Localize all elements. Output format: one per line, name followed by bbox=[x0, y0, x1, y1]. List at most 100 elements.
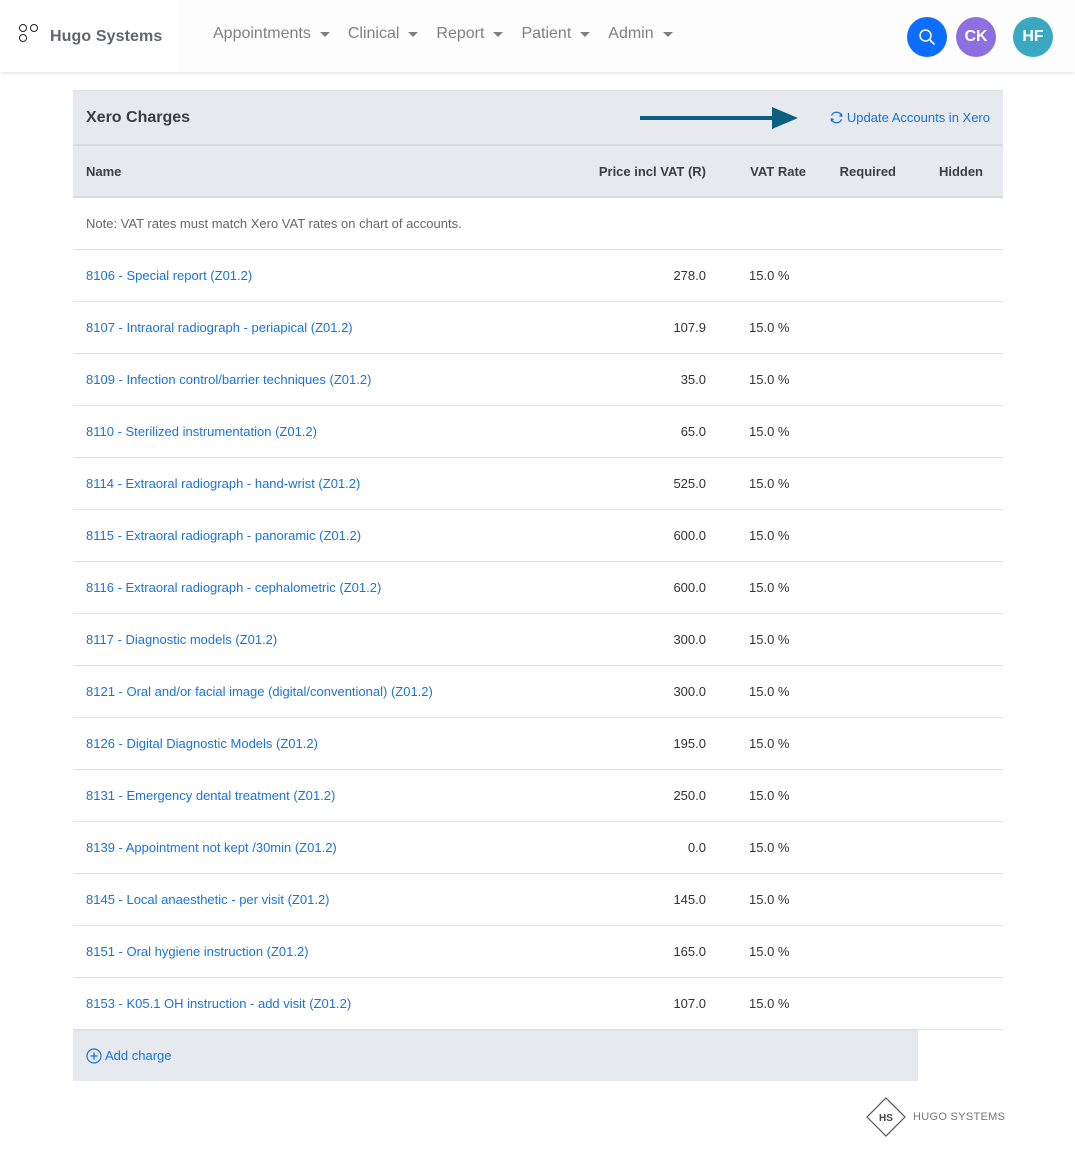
charge-link[interactable]: 8106 - Special report (Z01.2) bbox=[86, 268, 252, 283]
cell-hidden bbox=[896, 977, 1003, 1029]
nav-item-clinical[interactable]: Clinical bbox=[348, 25, 419, 43]
brand[interactable]: Hugo Systems bbox=[19, 24, 162, 46]
charge-link[interactable]: 8145 - Local anaesthetic - per visit (Z0… bbox=[86, 892, 330, 907]
caret-down-icon bbox=[319, 32, 330, 37]
cell-required bbox=[806, 925, 896, 977]
vat-rate-value: 15.0 % bbox=[749, 267, 790, 283]
cell-name: 8116 - Extraoral radiograph - cephalomet… bbox=[73, 561, 546, 613]
cell-required bbox=[806, 509, 896, 561]
hs-diamond-logo-icon: HS bbox=[866, 1097, 906, 1137]
cell-hidden bbox=[896, 717, 1003, 769]
caret-down-icon bbox=[662, 32, 673, 37]
charge-link[interactable]: 8110 - Sterilized instrumentation (Z01.2… bbox=[86, 424, 317, 439]
cell-name: 8117 - Diagnostic models (Z01.2) bbox=[73, 613, 546, 665]
cell-vat-rate: 15.0 % bbox=[706, 561, 806, 613]
column-header-price[interactable]: Price incl VAT (R) bbox=[546, 145, 706, 197]
cell-hidden bbox=[896, 769, 1003, 821]
vat-rate-value: 15.0 % bbox=[749, 319, 790, 335]
navbar: Hugo Systems Appointments Clinical Repor… bbox=[0, 0, 1075, 72]
cell-price: 65.0 bbox=[680, 423, 706, 439]
column-header-vat-rate[interactable]: VAT Rate bbox=[706, 145, 806, 197]
charge-link[interactable]: 8151 - Oral hygiene instruction (Z01.2) bbox=[86, 944, 309, 959]
cell-required bbox=[806, 977, 896, 1029]
search-icon bbox=[919, 29, 935, 45]
column-header-hidden[interactable]: Hidden bbox=[896, 145, 1003, 197]
nav-item-label: Admin bbox=[608, 25, 654, 42]
cell-name: 8153 - K05.1 OH instruction - add visit … bbox=[73, 977, 546, 1029]
cell-price: 107.0 bbox=[673, 995, 706, 1011]
cell-hidden bbox=[896, 353, 1003, 405]
table-row: 8131 - Emergency dental treatment (Z01.2… bbox=[73, 769, 1003, 821]
footer-logo: HS HUGO SYSTEMS bbox=[866, 1097, 1005, 1137]
cell-hidden bbox=[896, 457, 1003, 509]
avatar-initials: HF bbox=[1022, 28, 1044, 45]
table-row: 8116 - Extraoral radiograph - cephalomet… bbox=[73, 561, 1003, 613]
update-accounts-in-xero-link[interactable]: Update Accounts in Xero bbox=[829, 110, 990, 125]
card-title: Xero Charges bbox=[86, 108, 191, 126]
search-button[interactable] bbox=[907, 17, 947, 57]
cell-vat-rate: 15.0 % bbox=[706, 665, 806, 717]
table-row: 8114 - Extraoral radiograph - hand-wrist… bbox=[73, 457, 1003, 509]
cell-price: 107.9 bbox=[673, 319, 706, 335]
table-row: 8110 - Sterilized instrumentation (Z01.2… bbox=[73, 405, 1003, 457]
brand-logo-icon bbox=[19, 24, 41, 46]
cell-price: 195.0 bbox=[673, 735, 706, 751]
table-row: 8107 - Intraoral radiograph - periapical… bbox=[73, 301, 1003, 353]
column-header-name[interactable]: Name bbox=[73, 145, 546, 197]
cell-hidden bbox=[896, 405, 1003, 457]
vat-rate-value: 15.0 % bbox=[749, 683, 790, 699]
charge-link[interactable]: 8153 - K05.1 OH instruction - add visit … bbox=[86, 996, 351, 1011]
plus-circle-icon bbox=[86, 1047, 102, 1064]
cell-name: 8145 - Local anaesthetic - per visit (Z0… bbox=[73, 873, 546, 925]
charge-link[interactable]: 8121 - Oral and/or facial image (digital… bbox=[86, 684, 433, 699]
cell-price: 300.0 bbox=[673, 631, 706, 647]
card-header: Xero Charges Update Accounts in Xero bbox=[73, 90, 1003, 144]
cell-required bbox=[806, 769, 896, 821]
cell-hidden bbox=[896, 925, 1003, 977]
cell-required bbox=[806, 301, 896, 353]
charge-link[interactable]: 8114 - Extraoral radiograph - hand-wrist… bbox=[86, 476, 360, 491]
cell-required bbox=[806, 353, 896, 405]
xero-charges-card: Xero Charges Update Accounts in Xero Nam… bbox=[73, 90, 1003, 1081]
cell-vat-rate: 15.0 % bbox=[706, 717, 806, 769]
charge-link[interactable]: 8126 - Digital Diagnostic Models (Z01.2) bbox=[86, 736, 318, 751]
avatar-ck[interactable]: CK bbox=[956, 17, 996, 57]
note-row: Note: VAT rates must match Xero VAT rate… bbox=[73, 197, 1003, 249]
cell-hidden bbox=[896, 821, 1003, 873]
cell-required bbox=[806, 561, 896, 613]
nav-item-report[interactable]: Report bbox=[436, 25, 504, 43]
vat-rate-value: 15.0 % bbox=[749, 891, 790, 907]
nav-item-admin[interactable]: Admin bbox=[608, 25, 673, 43]
charge-link[interactable]: 8107 - Intraoral radiograph - periapical… bbox=[86, 320, 353, 335]
nav-item-patient[interactable]: Patient bbox=[521, 25, 591, 43]
cell-required bbox=[806, 249, 896, 301]
nav-item-label: Clinical bbox=[347, 25, 400, 42]
cell-hidden bbox=[896, 249, 1003, 301]
charge-link[interactable]: 8115 - Extraoral radiograph - panoramic … bbox=[86, 528, 361, 543]
charge-link[interactable]: 8116 - Extraoral radiograph - cephalomet… bbox=[86, 580, 381, 595]
add-charge-button[interactable]: Add charge bbox=[86, 1047, 172, 1064]
charge-link[interactable]: 8131 - Emergency dental treatment (Z01.2… bbox=[86, 788, 335, 803]
cell-vat-rate: 15.0 % bbox=[706, 249, 806, 301]
cell-name: 8126 - Digital Diagnostic Models (Z01.2) bbox=[73, 717, 546, 769]
cell-name: 8114 - Extraoral radiograph - hand-wrist… bbox=[73, 457, 546, 509]
caret-down-icon bbox=[493, 32, 504, 37]
avatar-hf[interactable]: HF bbox=[1013, 17, 1053, 57]
charge-link[interactable]: 8109 - Infection control/barrier techniq… bbox=[86, 372, 371, 387]
nav-item-appointments[interactable]: Appointments bbox=[213, 25, 330, 43]
charge-link[interactable]: 8117 - Diagnostic models (Z01.2) bbox=[86, 632, 277, 647]
cell-hidden bbox=[896, 873, 1003, 925]
avatar-initials: CK bbox=[964, 28, 988, 45]
table-row: 8115 - Extraoral radiograph - panoramic … bbox=[73, 509, 1003, 561]
cell-vat-rate: 15.0 % bbox=[706, 821, 806, 873]
column-header-required[interactable]: Required bbox=[806, 145, 896, 197]
charge-link[interactable]: 8139 - Appointment not kept /30min (Z01.… bbox=[86, 840, 337, 855]
table-row: 8153 - K05.1 OH instruction - add visit … bbox=[73, 977, 1003, 1029]
table-row: 8151 - Oral hygiene instruction (Z01.2) 1… bbox=[73, 925, 1003, 977]
cell-vat-rate: 15.0 % bbox=[706, 509, 806, 561]
cell-name: 8131 - Emergency dental treatment (Z01.2… bbox=[73, 769, 546, 821]
charges-table: Name Price incl VAT (R) VAT Rate Require… bbox=[73, 144, 1003, 1030]
table-header-row: Name Price incl VAT (R) VAT Rate Require… bbox=[73, 145, 1003, 197]
cell-price: 525.0 bbox=[673, 475, 706, 491]
vat-rate-value: 15.0 % bbox=[749, 787, 790, 803]
